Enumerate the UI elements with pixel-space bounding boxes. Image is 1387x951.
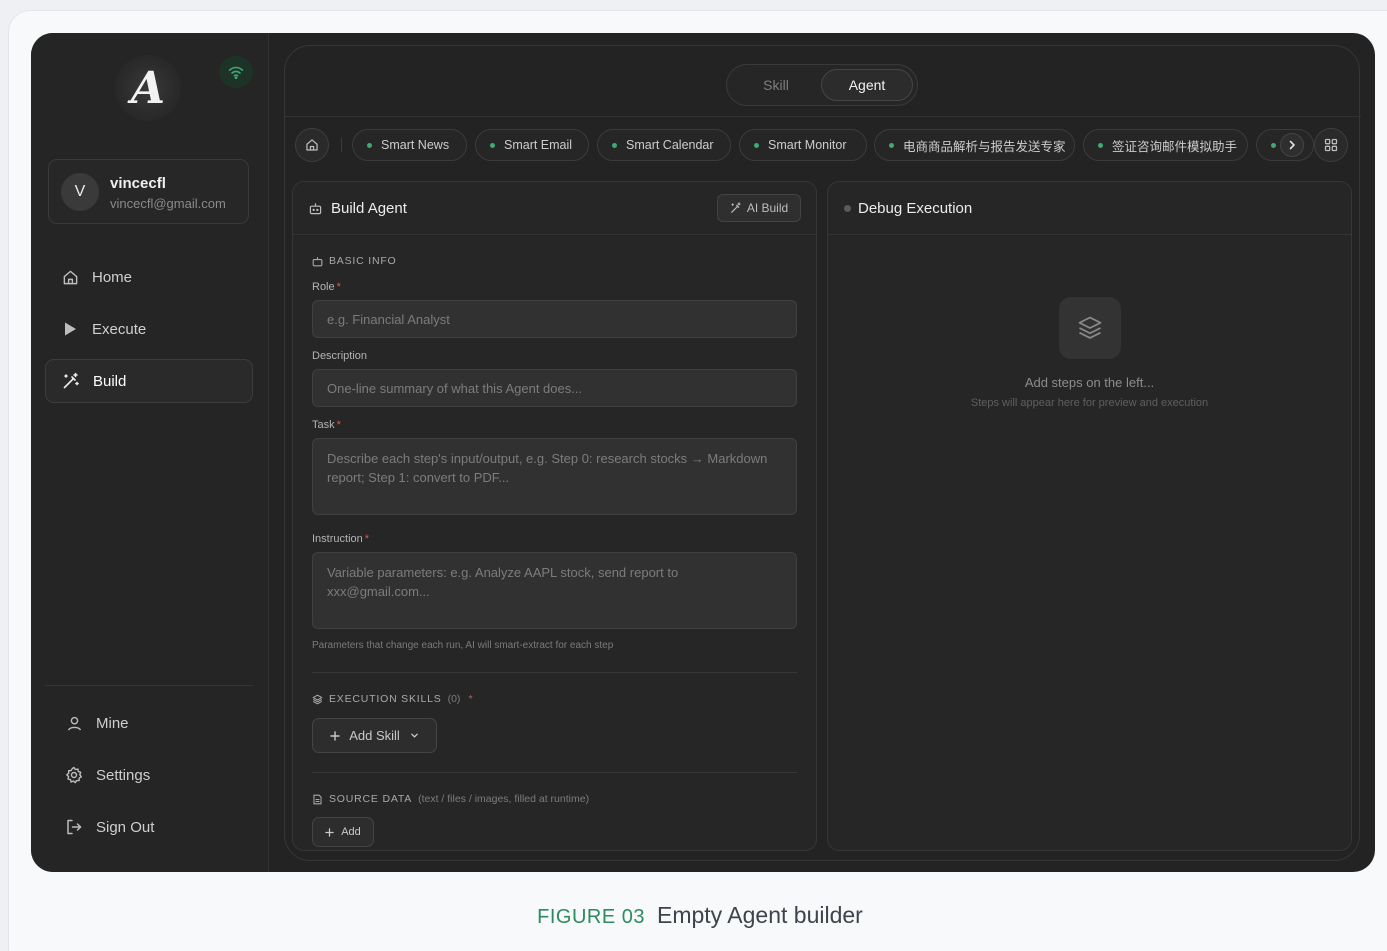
document-icon xyxy=(312,794,323,805)
grid-icon xyxy=(1324,138,1338,152)
chevron-right-icon xyxy=(1289,140,1295,150)
sign-out-icon xyxy=(65,818,83,836)
sidebar-item-home[interactable]: Home xyxy=(45,255,253,299)
add-skill-button[interactable]: Add Skill xyxy=(312,718,437,753)
status-dot xyxy=(490,142,495,148)
sidebar-item-label: Mine xyxy=(96,714,129,732)
user-email: vincecfl@gmail.com xyxy=(110,196,226,211)
sidebar-item-settings[interactable]: Settings xyxy=(45,753,253,797)
tab-smart-email[interactable]: Smart Email xyxy=(475,129,589,161)
layers-icon xyxy=(312,694,323,705)
home-icon xyxy=(306,139,318,151)
description-label: Description xyxy=(312,350,368,362)
user-name: vincecfl xyxy=(110,175,166,192)
description-input[interactable]: One-line summary of what this Agent does… xyxy=(312,369,797,407)
app-window: A V vincecfl vincecfl@gmail.com Home Exe… xyxy=(31,33,1375,872)
sidebar-divider xyxy=(45,685,253,686)
build-agent-panel: Build Agent AI Build BASIC INFO Role * e.… xyxy=(292,181,817,851)
figure-caption: FIGURE 03 Empty Agent builder xyxy=(0,902,1387,929)
tab-smart-calendar[interactable]: Smart Calendar xyxy=(597,129,731,161)
sidebar-item-execute[interactable]: Execute xyxy=(45,307,253,351)
figure-number: FIGURE 03 xyxy=(537,906,645,928)
execution-skills-section-title: EXECUTION SKILLS (0) * xyxy=(312,693,473,705)
robot-icon xyxy=(309,202,322,220)
sidebar-item-label: Settings xyxy=(96,766,151,784)
status-dot xyxy=(844,205,851,212)
home-icon xyxy=(61,268,79,286)
ai-build-button[interactable]: AI Build xyxy=(717,194,801,222)
user-icon xyxy=(65,714,83,732)
user-card[interactable]: V vincecfl vincecfl@gmail.com xyxy=(48,159,249,224)
status-dot xyxy=(754,142,759,148)
sidebar-item-sign-out[interactable]: Sign Out xyxy=(45,805,253,849)
tab-home-button[interactable] xyxy=(295,128,329,162)
tab-visa-agent[interactable]: 签证咨询邮件模拟助手 xyxy=(1083,129,1248,161)
section-divider xyxy=(312,672,797,673)
chevron-down-icon xyxy=(410,733,418,738)
sidebar-item-label: Home xyxy=(92,268,133,286)
magic-wand-icon xyxy=(730,202,741,213)
robot-icon xyxy=(312,256,323,267)
status-dot xyxy=(367,142,372,148)
app-logo[interactable]: A xyxy=(115,55,181,121)
all-agents-grid-button[interactable] xyxy=(1314,128,1348,162)
plus-icon xyxy=(330,730,340,741)
basic-info-section-title: BASIC INFO xyxy=(312,255,397,267)
section-divider xyxy=(312,772,797,773)
main-content: Skill Agent Smart News Smart Email Smart… xyxy=(284,45,1361,861)
play-icon xyxy=(61,320,79,338)
sidebar-item-mine[interactable]: Mine xyxy=(45,701,253,745)
sidebar-item-label: Build xyxy=(93,372,127,390)
tab-smart-monitor[interactable]: Smart Monitor xyxy=(739,129,867,161)
layers-icon xyxy=(1059,297,1121,359)
gear-icon xyxy=(65,766,83,784)
sidebar: A V vincecfl vincecfl@gmail.com Home Exe… xyxy=(31,33,269,872)
sidebar-item-label: Sign Out xyxy=(96,818,155,836)
role-label: Role * xyxy=(312,281,341,293)
empty-state-subtitle: Steps will appear here for preview and e… xyxy=(970,397,1209,409)
sidebar-item-label: Execute xyxy=(92,320,147,338)
task-label: Task * xyxy=(312,419,341,431)
build-panel-header: Build Agent AI Build xyxy=(293,182,816,235)
add-source-data-button[interactable]: Add xyxy=(312,817,374,847)
mode-agent-option[interactable]: Agent xyxy=(821,69,913,101)
plus-icon xyxy=(325,827,334,837)
sidebar-item-build[interactable]: Build xyxy=(45,359,253,403)
source-data-section-title: SOURCE DATA (text / files / images, fill… xyxy=(312,793,589,805)
task-textarea[interactable]: Describe each step's input/output, e.g. … xyxy=(312,438,797,515)
tab-smart-news[interactable]: Smart News xyxy=(352,129,467,161)
status-dot xyxy=(889,142,894,148)
build-panel-title: Build Agent xyxy=(331,200,407,217)
tabs-scroll-right-button[interactable] xyxy=(1280,133,1304,157)
mode-toggle: Skill Agent xyxy=(726,64,918,106)
tab-ecommerce-agent[interactable]: 电商商品解析与报告发送专家 xyxy=(874,129,1075,161)
avatar: V xyxy=(61,173,99,211)
empty-state-title: Add steps on the left... xyxy=(1024,375,1155,390)
mode-skill-option[interactable]: Skill xyxy=(731,69,821,101)
header-divider xyxy=(285,116,1361,117)
tab-separator xyxy=(341,138,342,152)
instruction-hint: Parameters that change each run, AI will… xyxy=(312,640,614,651)
instruction-textarea[interactable]: Variable parameters: e.g. Analyze AAPL s… xyxy=(312,552,797,629)
role-input[interactable]: e.g. Financial Analyst xyxy=(312,300,797,338)
status-dot xyxy=(1271,142,1276,148)
debug-panel-header: Debug Execution xyxy=(828,182,1351,235)
instruction-label: Instruction * xyxy=(312,533,370,545)
agent-tab-bar: Smart News Smart Email Smart Calendar Sm… xyxy=(295,128,1351,162)
status-dot xyxy=(612,142,617,148)
status-dot xyxy=(1098,142,1103,148)
figure-caption-text: Empty Agent builder xyxy=(657,902,863,928)
debug-panel-title: Debug Execution xyxy=(858,200,973,217)
magic-wand-icon xyxy=(62,372,80,390)
wifi-status-icon[interactable] xyxy=(219,56,253,88)
debug-execution-panel: Debug Execution Add steps on the left...… xyxy=(827,181,1352,851)
